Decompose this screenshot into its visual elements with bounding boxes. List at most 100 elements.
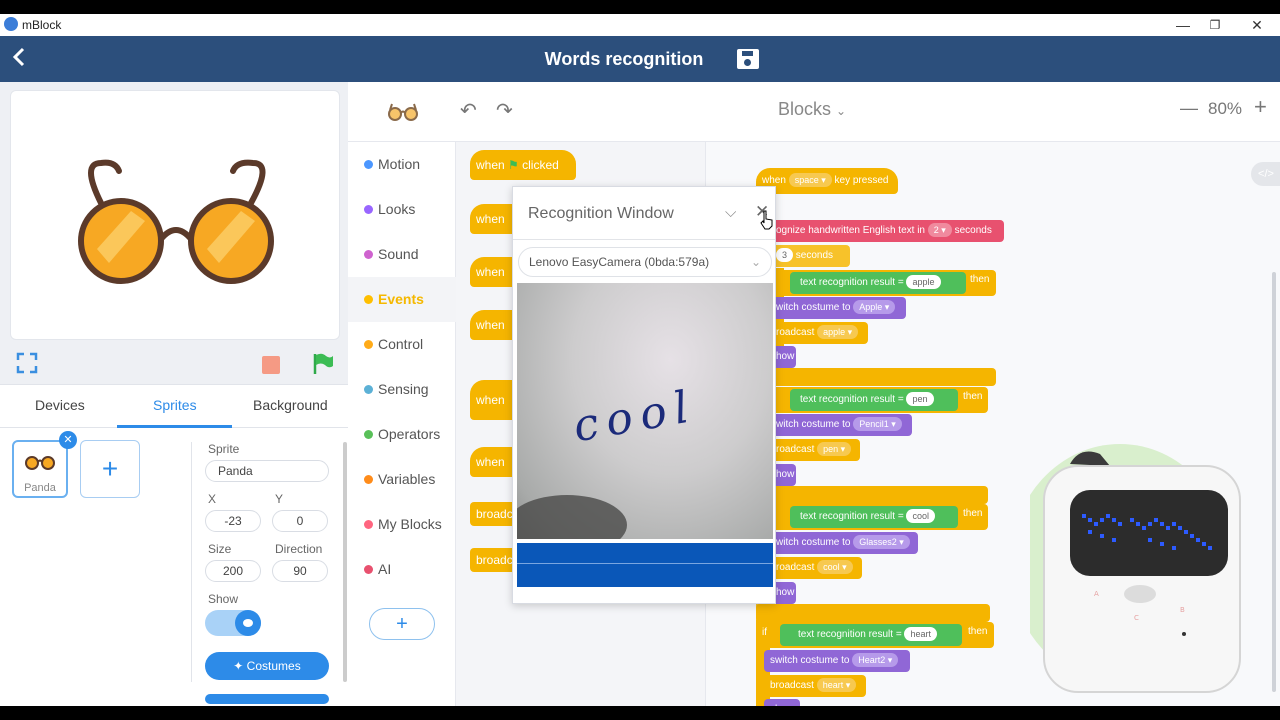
show-toggle[interactable] bbox=[205, 610, 261, 636]
costume-dropdown[interactable]: Pencil1 ▾ bbox=[853, 417, 902, 431]
wait-block[interactable]: 3 seconds bbox=[770, 245, 850, 267]
ai-dot-icon bbox=[364, 565, 373, 574]
category-operators[interactable]: Operators bbox=[348, 412, 456, 457]
category-events[interactable]: Events bbox=[348, 277, 456, 322]
condition-block[interactable]: text recognition result = apple bbox=[790, 272, 966, 294]
broadcast-block[interactable]: roadcast pen ▾ bbox=[770, 439, 860, 461]
sounds-button[interactable] bbox=[205, 694, 329, 704]
costumes-button[interactable]: ✦ Costumes bbox=[205, 652, 329, 680]
save-icon[interactable] bbox=[737, 49, 759, 69]
message-dropdown[interactable]: apple ▾ bbox=[817, 325, 859, 339]
tab-sprites[interactable]: Sprites bbox=[153, 397, 197, 413]
chevron-down-icon[interactable]: ⌵ bbox=[725, 204, 736, 221]
message-dropdown[interactable]: cool ▾ bbox=[817, 560, 853, 574]
zoom-out-button[interactable]: — bbox=[1180, 98, 1198, 119]
project-title: Words recognition bbox=[544, 49, 704, 69]
direction-field[interactable]: 90 bbox=[272, 560, 328, 582]
title-bar: mBlock — ❐ ✕ bbox=[0, 14, 1280, 36]
switch-costume-block[interactable]: witch costume to Glasses2 ▾ bbox=[770, 532, 918, 554]
events-dot-icon bbox=[364, 295, 373, 304]
sprite-card-panda[interactable]: Panda ✕ bbox=[12, 431, 77, 498]
key-dropdown[interactable]: space ▾ bbox=[788, 173, 832, 187]
svg-text:C: C bbox=[1134, 614, 1139, 622]
stage-pane: Devices Sprites Background Panda ✕ + Spr… bbox=[0, 82, 348, 706]
recognize-handwriting-block[interactable]: ognize handwritten English text in 2 ▾ s… bbox=[770, 220, 1004, 242]
palette-block-when-flag-clicked[interactable]: when ⚑ clicked bbox=[470, 150, 576, 180]
category-label: Operators bbox=[378, 426, 441, 442]
recognition-window-title: Recognition Window bbox=[528, 205, 674, 222]
if-block-pen[interactable] bbox=[770, 368, 996, 386]
x-field[interactable]: -23 bbox=[205, 510, 261, 532]
category-sound[interactable]: Sound bbox=[348, 232, 456, 277]
category-control[interactable]: Control bbox=[348, 322, 456, 367]
if-block-cool[interactable] bbox=[770, 486, 988, 504]
glasses-sprite[interactable] bbox=[11, 91, 341, 341]
close-window-button[interactable]: ✕ bbox=[1242, 15, 1272, 35]
hand-shadow bbox=[517, 495, 627, 539]
y-field[interactable]: 0 bbox=[272, 510, 328, 532]
wait-input[interactable]: 3 bbox=[776, 248, 794, 262]
switch-costume-block[interactable]: switch costume to Heart2 ▾ bbox=[764, 650, 910, 672]
block-text: = bbox=[897, 511, 904, 522]
costume-dropdown[interactable]: Apple ▾ bbox=[853, 300, 896, 314]
tab-background[interactable]: Background bbox=[253, 397, 328, 413]
switch-costume-block[interactable]: witch costume to Apple ▾ bbox=[770, 297, 906, 319]
costume-dropdown[interactable]: Glasses2 ▾ bbox=[853, 535, 910, 549]
then-label: then bbox=[963, 508, 983, 519]
seconds-dropdown[interactable]: 2 ▾ bbox=[927, 223, 952, 237]
code-view-toggle[interactable]: </> bbox=[1251, 162, 1280, 186]
block-text: clicked bbox=[522, 158, 559, 172]
condition-block[interactable]: text recognition result = pen bbox=[790, 389, 958, 411]
message-value: heart bbox=[822, 680, 844, 690]
minimize-button[interactable]: — bbox=[1168, 15, 1198, 35]
stop-icon[interactable] bbox=[262, 356, 280, 374]
add-sprite-button[interactable]: + bbox=[80, 440, 140, 498]
mode-dropdown[interactable]: Blocks ⌄ bbox=[778, 99, 846, 120]
compare-input[interactable]: heart bbox=[904, 627, 937, 641]
zoom-in-button[interactable]: + bbox=[1254, 94, 1267, 120]
sprite-panel-scrollbar[interactable] bbox=[343, 442, 347, 682]
switch-costume-block[interactable]: witch costume to Pencil1 ▾ bbox=[770, 414, 912, 436]
then-label: then bbox=[968, 626, 988, 637]
size-field[interactable]: 200 bbox=[205, 560, 261, 582]
message-dropdown[interactable]: pen ▾ bbox=[817, 442, 852, 456]
broadcast-block[interactable]: roadcast cool ▾ bbox=[770, 557, 862, 579]
condition-block[interactable]: text recognition result = cool bbox=[790, 506, 958, 528]
category-variables[interactable]: Variables bbox=[348, 457, 456, 502]
undo-icon[interactable]: ↶ bbox=[460, 98, 477, 123]
hat-when-key-pressed[interactable]: when space ▾ key pressed bbox=[756, 168, 898, 194]
sprite-name-field[interactable]: Panda bbox=[205, 460, 329, 482]
compare-input[interactable]: cool bbox=[906, 509, 935, 523]
costume-value: Pencil1 bbox=[859, 419, 889, 429]
restore-button[interactable]: ❐ bbox=[1200, 15, 1230, 35]
workspace-scrollbar[interactable] bbox=[1272, 272, 1276, 692]
block-text: seconds bbox=[795, 250, 834, 261]
category-my-blocks[interactable]: My Blocks bbox=[348, 502, 456, 547]
show-block[interactable]: show bbox=[764, 699, 800, 706]
compare-input[interactable]: apple bbox=[906, 275, 941, 289]
redo-icon[interactable]: ↷ bbox=[496, 98, 513, 123]
broadcast-block[interactable]: roadcast apple ▾ bbox=[770, 322, 868, 344]
compare-input[interactable]: pen bbox=[906, 392, 934, 406]
if-block-heart[interactable] bbox=[756, 604, 990, 622]
block-text: when bbox=[476, 212, 505, 226]
broadcast-block[interactable]: broadcast heart ▾ bbox=[764, 675, 866, 697]
category-sensing[interactable]: Sensing bbox=[348, 367, 456, 412]
category-motion[interactable]: Motion bbox=[348, 142, 456, 187]
mblock-app: mBlock — ❐ ✕ Words recognition Devices S… bbox=[0, 14, 1280, 706]
camera-select[interactable]: Lenovo EasyCamera (0bda:579a) ⌄ bbox=[518, 247, 772, 277]
condition-block[interactable]: text recognition result = heart bbox=[780, 624, 962, 646]
costume-dropdown[interactable]: Heart2 ▾ bbox=[852, 653, 899, 667]
message-dropdown[interactable]: heart ▾ bbox=[816, 678, 857, 692]
glasses-target-icon[interactable] bbox=[386, 100, 420, 129]
category-looks[interactable]: Looks bbox=[348, 187, 456, 232]
green-flag-icon[interactable] bbox=[312, 352, 334, 376]
delete-sprite-icon[interactable]: ✕ bbox=[59, 431, 77, 449]
project-header: Words recognition bbox=[0, 36, 1280, 82]
add-extension-button[interactable]: + bbox=[369, 608, 435, 640]
mblock-logo-icon bbox=[4, 17, 18, 31]
fullscreen-icon[interactable] bbox=[16, 352, 38, 374]
tab-devices[interactable]: Devices bbox=[35, 397, 85, 413]
category-ai[interactable]: AI bbox=[348, 547, 456, 592]
stage-canvas[interactable] bbox=[10, 90, 340, 340]
